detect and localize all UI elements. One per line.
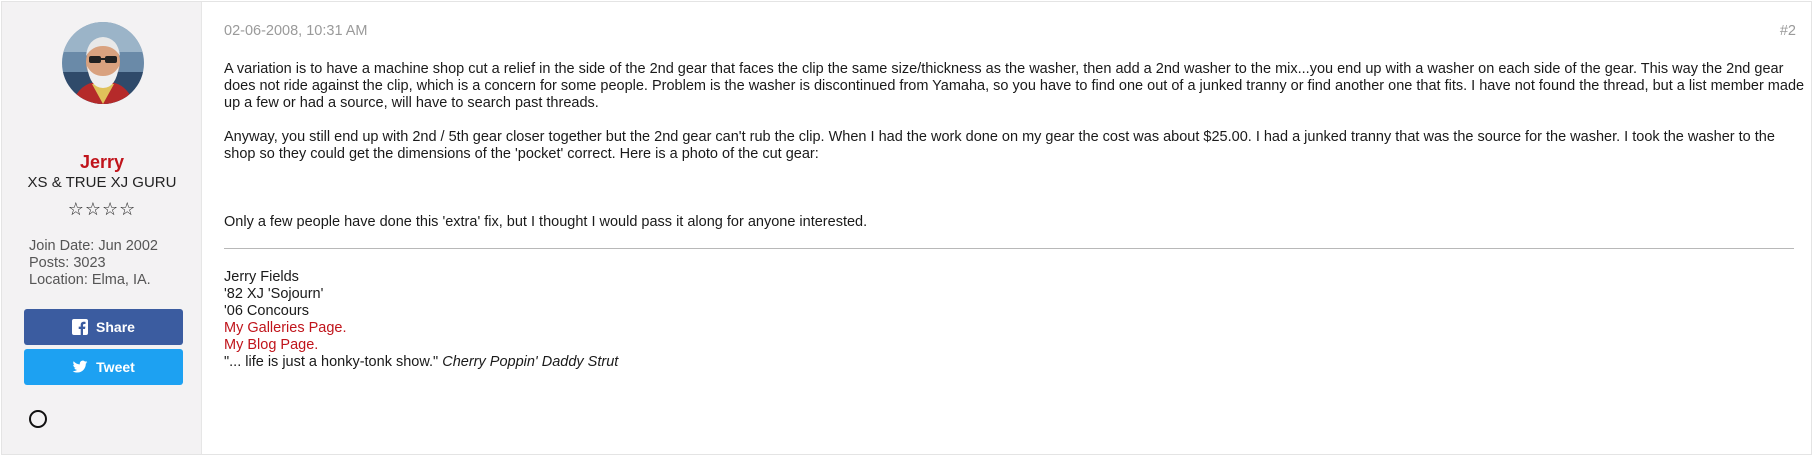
post-count: Posts: 3023 [29, 255, 106, 271]
online-status-icon [29, 410, 47, 428]
user-rank-stars: ☆☆☆☆ [67, 199, 137, 219]
signature: Jerry Fields '82 XJ 'Sojourn' '06 Concou… [224, 269, 618, 371]
share-label: Share [96, 319, 135, 335]
join-date: Join Date: Jun 2002 [29, 238, 158, 254]
share-button[interactable]: Share [24, 309, 183, 345]
user-info: Join Date: Jun 2002 Posts: 3023 Location… [29, 238, 158, 289]
galleries-link[interactable]: My Galleries Page. [224, 320, 347, 336]
location: Location: Elma, IA. [29, 272, 151, 288]
post-paragraph: Only a few people have done this 'extra'… [224, 214, 868, 230]
post-paragraph: Anyway, you still end up with 2nd / 5th … [224, 129, 1775, 162]
blog-link[interactable]: My Blog Page. [224, 337, 318, 353]
signature-line: '06 Concours [224, 303, 309, 319]
post-date: 02-06-2008, 10:31 AM [224, 23, 368, 39]
post-content: 02-06-2008, 10:31 AM #2 A variation is t… [202, 2, 1811, 454]
forum-post: Jerry XS & TRUE XJ GURU ☆☆☆☆ Join Date: … [1, 1, 1812, 455]
user-title: XS & TRUE XJ GURU [27, 174, 177, 191]
avatar[interactable] [62, 22, 144, 104]
quote-text: "... life is just a honky-tonk show." [224, 354, 439, 370]
tweet-label: Tweet [96, 359, 135, 375]
post-number-link[interactable]: #2 [1780, 23, 1796, 39]
signature-line: '82 XJ 'Sojourn' [224, 286, 324, 302]
twitter-icon [72, 359, 88, 375]
quote-source: Cherry Poppin' Daddy Strut [442, 354, 619, 370]
post-paragraph: A variation is to have a machine shop cu… [224, 61, 1805, 111]
post-body: A variation is to have a machine shop cu… [224, 61, 1810, 231]
signature-quote: "... life is just a honky-tonk show." Ch… [224, 354, 618, 371]
tweet-button[interactable]: Tweet [24, 349, 183, 385]
facebook-icon [72, 319, 89, 335]
user-sidebar: Jerry XS & TRUE XJ GURU ☆☆☆☆ Join Date: … [2, 2, 202, 454]
signature-divider [224, 248, 1794, 249]
avatar-image [62, 22, 144, 104]
signature-line: Jerry Fields [224, 269, 299, 285]
username[interactable]: Jerry [2, 152, 202, 173]
